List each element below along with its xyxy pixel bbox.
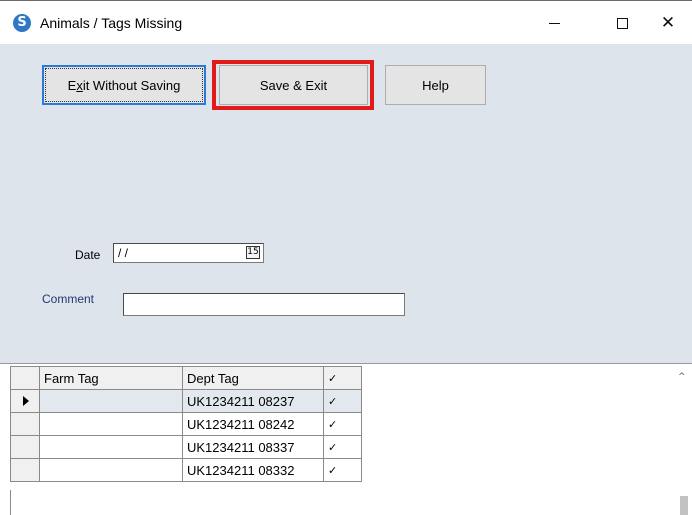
table-row[interactable]: UK1234211 08237 ✓ bbox=[10, 389, 362, 413]
farm-tag-cell[interactable] bbox=[39, 435, 183, 459]
help-button[interactable]: Help bbox=[385, 65, 486, 105]
exit-label-rest: it Without Saving bbox=[82, 77, 181, 93]
grid-left-border bbox=[10, 490, 11, 515]
form-panel: Ex it Without Saving Save & Exit Help Dat… bbox=[0, 44, 692, 363]
row-indicator[interactable] bbox=[10, 435, 40, 459]
column-header-check[interactable]: ✓ bbox=[323, 366, 362, 390]
dept-tag-cell[interactable]: UK1234211 08242 bbox=[182, 412, 324, 436]
minimize-icon bbox=[548, 22, 560, 24]
tags-grid: Farm Tag Dept Tag ✓ UK1234211 08237 ✓ UK… bbox=[10, 366, 362, 482]
date-field[interactable]: / / 15 bbox=[113, 243, 264, 263]
exit-without-saving-button[interactable]: Ex it Without Saving bbox=[42, 65, 206, 105]
window-title: Animals / Tags Missing bbox=[40, 15, 183, 31]
current-row-arrow-icon bbox=[23, 396, 29, 406]
close-button[interactable]: ✕ bbox=[645, 1, 691, 45]
comment-field[interactable] bbox=[123, 293, 405, 316]
dept-tag-cell[interactable]: UK1234211 08237 bbox=[182, 389, 324, 413]
title-bar: S Animals / Tags Missing ✕ bbox=[0, 0, 692, 44]
maximize-button[interactable] bbox=[599, 1, 645, 45]
row-indicator[interactable] bbox=[10, 412, 40, 436]
check-cell[interactable]: ✓ bbox=[323, 458, 362, 482]
app-icon: S bbox=[13, 14, 31, 32]
comment-label: Comment bbox=[42, 292, 95, 306]
scroll-up-icon[interactable]: ^ bbox=[678, 372, 686, 382]
grid-header-row: Farm Tag Dept Tag ✓ bbox=[10, 366, 362, 390]
farm-tag-cell[interactable] bbox=[39, 458, 183, 482]
date-value: / / bbox=[118, 246, 129, 260]
column-header-farm-tag[interactable]: Farm Tag bbox=[39, 366, 183, 390]
date-label: Date bbox=[75, 248, 101, 262]
row-indicator[interactable] bbox=[10, 389, 40, 413]
dept-tag-cell[interactable]: UK1234211 08337 bbox=[182, 435, 324, 459]
table-row[interactable]: UK1234211 08337 ✓ bbox=[10, 435, 362, 459]
table-row[interactable]: UK1234211 08332 ✓ bbox=[10, 458, 362, 482]
dept-tag-cell[interactable]: UK1234211 08332 bbox=[182, 458, 324, 482]
farm-tag-cell[interactable] bbox=[39, 389, 183, 413]
row-indicator[interactable] bbox=[10, 458, 40, 482]
check-cell[interactable]: ✓ bbox=[323, 412, 362, 436]
column-header-dept-tag[interactable]: Dept Tag bbox=[182, 366, 324, 390]
minimize-button[interactable] bbox=[531, 1, 577, 45]
close-icon: ✕ bbox=[660, 13, 676, 33]
maximize-icon bbox=[616, 17, 628, 29]
calendar-icon[interactable]: 15 bbox=[246, 246, 260, 259]
exit-label-prefix: E bbox=[67, 77, 77, 93]
vertical-scrollbar[interactable]: ^ bbox=[675, 364, 692, 515]
check-cell[interactable]: ✓ bbox=[323, 435, 362, 459]
tags-grid-area: Farm Tag Dept Tag ✓ UK1234211 08237 ✓ UK… bbox=[0, 363, 692, 515]
farm-tag-cell[interactable] bbox=[39, 412, 183, 436]
save-and-exit-button[interactable]: Save & Exit bbox=[219, 65, 368, 105]
row-indicator-header bbox=[10, 366, 40, 390]
scrollbar-thumb[interactable] bbox=[680, 496, 688, 515]
check-cell[interactable]: ✓ bbox=[323, 389, 362, 413]
table-row[interactable]: UK1234211 08242 ✓ bbox=[10, 412, 362, 436]
